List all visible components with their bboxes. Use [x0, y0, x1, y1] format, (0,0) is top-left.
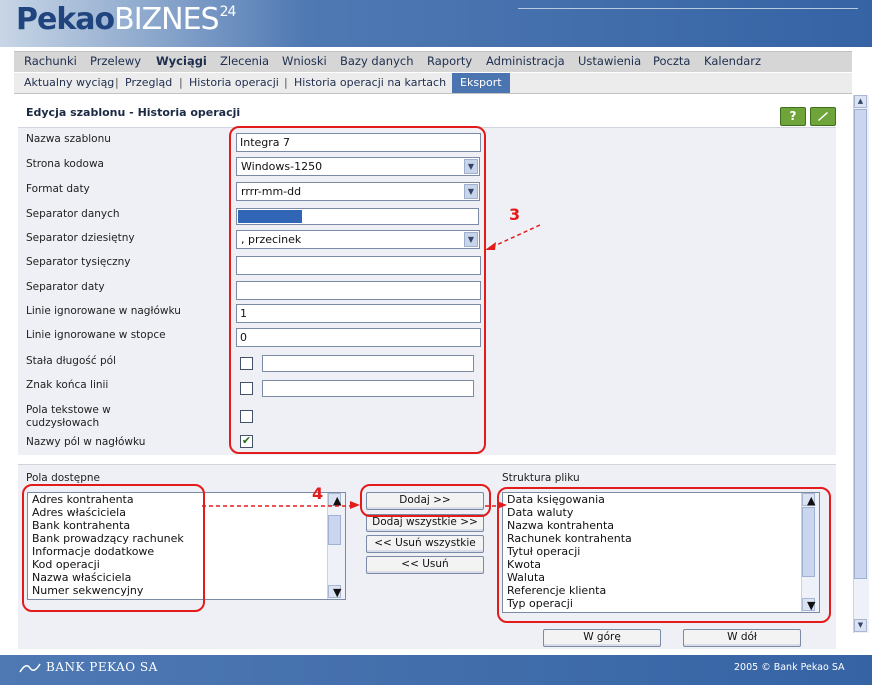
annotation-box-3: [229, 126, 486, 454]
menu-item-kalendarz[interactable]: Kalendarz: [704, 54, 761, 68]
label-eol: Znak końca linii: [26, 379, 109, 391]
move-down-button[interactable]: W dół: [683, 629, 801, 647]
menu-item-wyciagi[interactable]: Wyciągi: [156, 54, 207, 68]
label-name: Nazwa szablonu: [26, 133, 111, 145]
label-quoted-line1: Pola tekstowe w: [26, 404, 111, 416]
menu-item-administracja[interactable]: Administracja: [486, 54, 565, 68]
annotation-box-available: [22, 484, 205, 612]
label-header-lines: Linie ignorowane w nagłówku: [26, 305, 181, 317]
label-thousands-separator: Separator tysięczny: [26, 256, 131, 268]
label-decimal-separator: Separator dziesiętny: [26, 232, 135, 244]
footer-copyright: 2005 © Bank Pekao SA: [734, 662, 845, 673]
menu-item-zlecenia[interactable]: Zlecenia: [220, 54, 269, 68]
remove-button[interactable]: << Usuń: [366, 556, 484, 574]
submenu-item-historia[interactable]: Historia operacji: [189, 76, 279, 89]
label-available-fields: Pola dostępne: [26, 472, 100, 484]
menu-item-rachunki[interactable]: Rachunki: [24, 54, 77, 68]
submenu-item-historia-karty[interactable]: Historia operacji na kartach: [294, 76, 446, 89]
label-date-separator: Separator daty: [26, 281, 105, 293]
submenu-item-eksport[interactable]: Eksport: [452, 73, 510, 93]
menu-item-bazy-danych[interactable]: Bazy danych: [340, 54, 414, 68]
help-icon[interactable]: ?: [780, 107, 806, 126]
pencil-icon[interactable]: [810, 107, 836, 126]
page-scrollbar[interactable]: ▲ ▼: [853, 95, 869, 633]
main-menu: Rachunki Przelewy Wyciągi Zlecenia Wnios…: [14, 51, 852, 72]
annotation-arrow-3: [485, 224, 541, 250]
annotation-box-structure: [497, 487, 831, 623]
submenu-item-aktualny[interactable]: Aktualny wyciąg: [24, 76, 114, 89]
label-quoted-line2: cudzysłowach: [26, 417, 100, 429]
scroll-down-icon[interactable]: ▼: [854, 619, 867, 632]
scroll-thumb[interactable]: [854, 109, 867, 579]
sub-menu: Aktualny wyciąg | Przegląd | Historia op…: [14, 73, 852, 94]
label-file-structure: Struktura pliku: [502, 472, 580, 484]
remove-all-button[interactable]: << Usuń wszystkie: [366, 535, 484, 553]
footer-bank-name: BANK PEKAO SA: [46, 660, 158, 674]
annotation-arrows-4: [202, 501, 507, 509]
label-data-separator: Separator danych: [26, 208, 120, 220]
label-date-format: Format daty: [26, 183, 90, 195]
move-up-button[interactable]: W górę: [543, 629, 661, 647]
label-codepage: Strona kodowa: [26, 158, 104, 170]
scroll-down-icon[interactable]: ▼: [328, 585, 341, 599]
scroll-thumb[interactable]: [328, 515, 341, 545]
scroll-up-icon[interactable]: ▲: [854, 95, 867, 108]
label-footer-lines: Linie ignorowane w stopce: [26, 329, 166, 341]
brand-logo: PekaoBIZNES24: [16, 2, 236, 37]
menu-item-raporty[interactable]: Raporty: [427, 54, 472, 68]
menu-item-przelewy[interactable]: Przelewy: [90, 54, 141, 68]
menu-item-ustawienia[interactable]: Ustawienia: [578, 54, 641, 68]
label-header-names: Nazwy pól w nagłówku: [26, 436, 146, 448]
label-fixed-width: Stała długość pól: [26, 355, 116, 367]
bank-logo-icon: [19, 663, 41, 673]
header-divider: [518, 8, 858, 9]
menu-item-poczta[interactable]: Poczta: [653, 54, 690, 68]
page-title: Edycja szablonu - Historia operacji: [26, 106, 241, 119]
menu-item-wnioski[interactable]: Wnioski: [282, 54, 327, 68]
submenu-item-przeglad[interactable]: Przegląd: [125, 76, 172, 89]
